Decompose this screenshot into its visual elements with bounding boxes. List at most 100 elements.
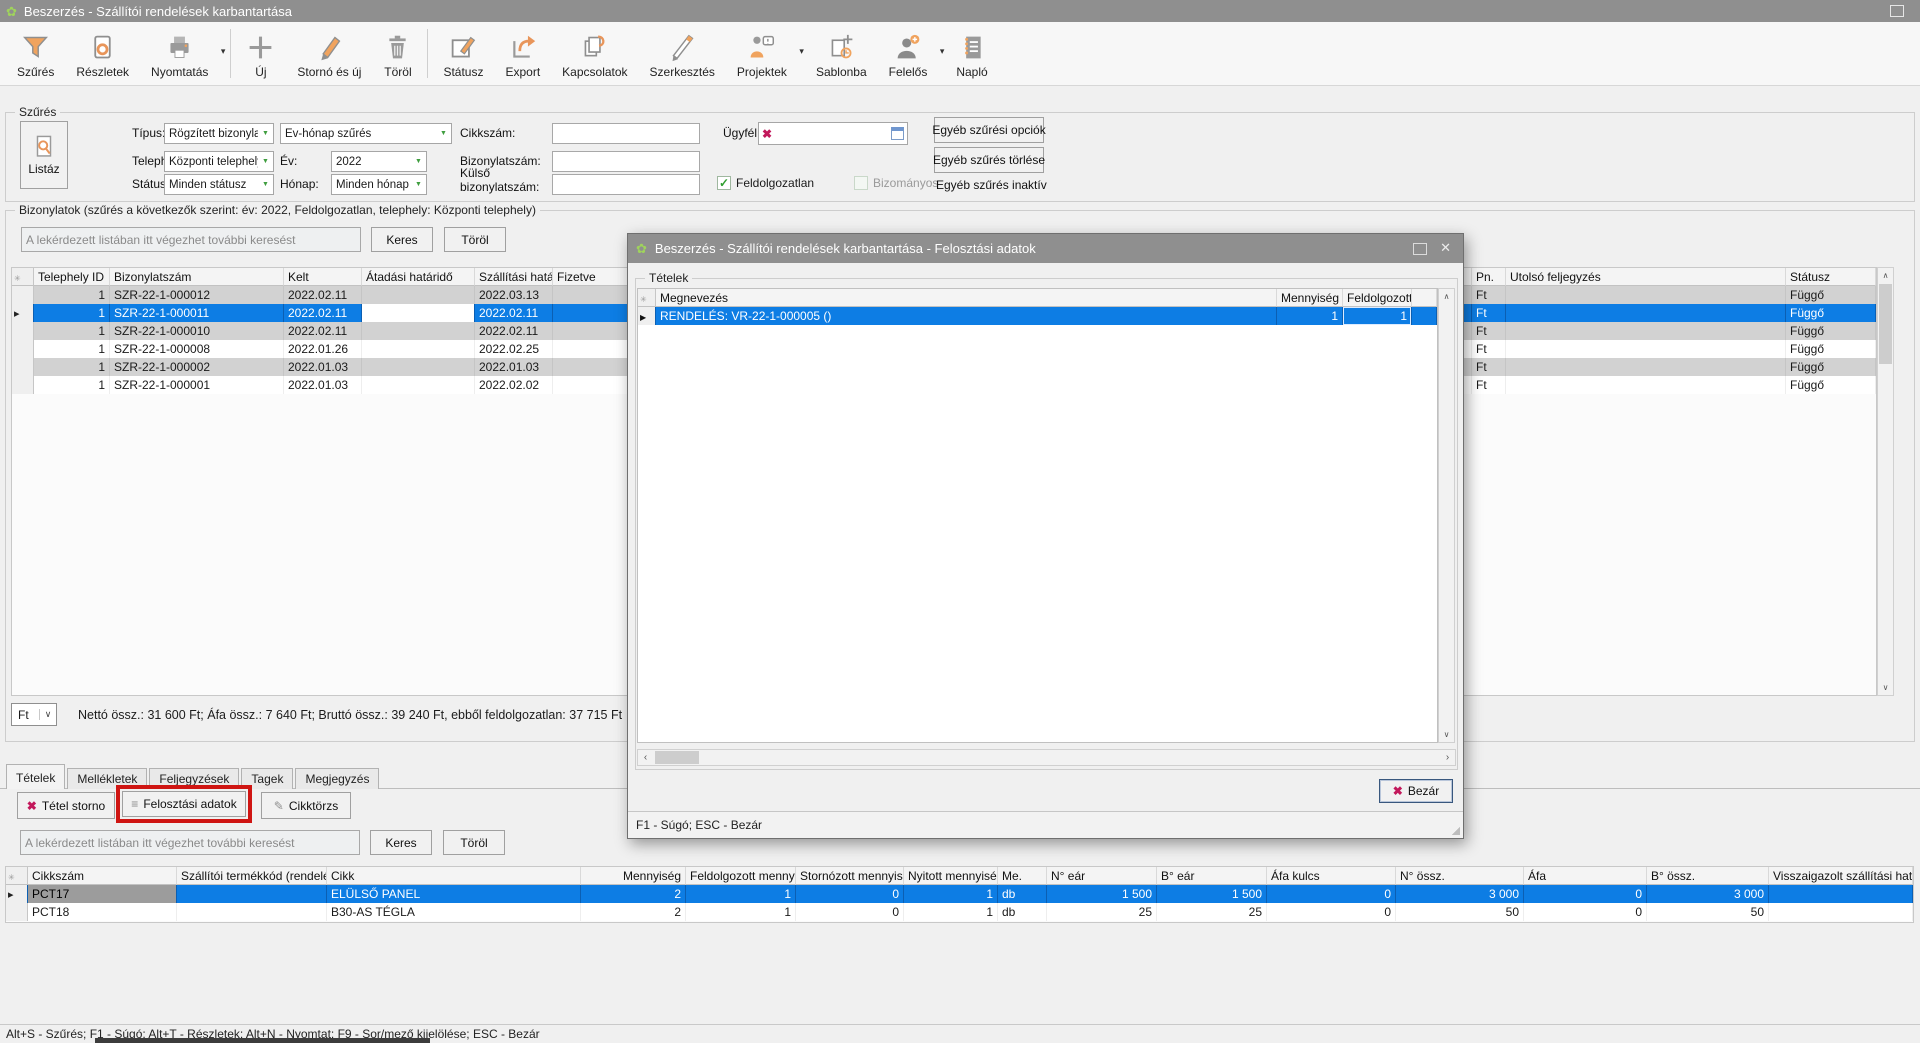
table-cell[interactable]: 2022.02.11	[284, 286, 362, 304]
table-cell[interactable]: 3 000	[1396, 885, 1524, 903]
table-cell[interactable]: 1	[686, 903, 796, 921]
column-header[interactable]: Mennyiség	[1277, 289, 1343, 307]
table-cell[interactable]: SZR-22-1-000011	[110, 304, 284, 322]
table-cell[interactable]: 0	[796, 885, 904, 903]
resize-grip[interactable]	[1452, 827, 1460, 835]
table-cell[interactable]: Függő	[1786, 322, 1876, 340]
table-cell[interactable]	[1769, 903, 1913, 921]
table-cell[interactable]: Függő	[1786, 376, 1876, 394]
table-cell[interactable]	[362, 286, 475, 304]
print-button[interactable]: Nyomtatás ▾	[140, 24, 226, 83]
customer-field[interactable]: ✖	[758, 122, 908, 145]
table-cell[interactable]	[1506, 322, 1786, 340]
dialog-grid[interactable]: MegnevezésMennyiségFeldolgozottRENDELÉS:…	[637, 288, 1438, 743]
dialog-vertical-scrollbar[interactable]: ∧ ∨	[1438, 288, 1455, 743]
scrollbar-thumb[interactable]	[655, 751, 699, 764]
table-cell[interactable]: 50	[1396, 903, 1524, 921]
new-button[interactable]: Új	[235, 24, 286, 83]
table-cell[interactable]: 2022.03.13	[475, 286, 553, 304]
table-cell[interactable]: 2022.02.11	[284, 304, 362, 322]
table-cell[interactable]: Ft	[1472, 376, 1506, 394]
table-cell[interactable]: 1	[686, 885, 796, 903]
list-button[interactable]: Listáz	[20, 121, 68, 189]
table-cell[interactable]: 0	[1524, 903, 1647, 921]
documents-search-input[interactable]	[21, 227, 361, 252]
table-cell[interactable]	[553, 340, 629, 358]
table-cell[interactable]: 2022.01.03	[284, 376, 362, 394]
consignment-checkbox[interactable]: Bizományos	[854, 176, 938, 190]
scroll-down-icon[interactable]: ∨	[1439, 727, 1454, 742]
table-cell[interactable]	[362, 376, 475, 394]
site-select[interactable]: Központi telephely▼	[164, 151, 274, 172]
column-header[interactable]: Feldolgozott	[1343, 289, 1412, 307]
table-cell[interactable]	[12, 358, 34, 376]
column-header[interactable]: B° össz.	[1647, 867, 1769, 885]
other-filter-options-button[interactable]: Egyéb szűrési opciók	[934, 117, 1044, 143]
table-cell[interactable]: 2	[581, 903, 686, 921]
column-header[interactable]: Pn.	[1472, 268, 1506, 286]
edit-button[interactable]: Szerkesztés	[639, 24, 726, 83]
table-cell[interactable]: 1	[34, 286, 110, 304]
chevron-down-icon[interactable]: ▾	[940, 46, 945, 57]
to-template-button[interactable]: Sablonba	[805, 24, 878, 83]
table-cell[interactable]: 3 000	[1647, 885, 1769, 903]
column-header[interactable]: Mennyiség	[581, 867, 686, 885]
details-button[interactable]: Részletek	[65, 24, 140, 83]
table-cell[interactable]: Ft	[1472, 322, 1506, 340]
table-cell[interactable]: db	[998, 903, 1047, 921]
table-cell[interactable]: SZR-22-1-000002	[110, 358, 284, 376]
table-cell[interactable]: RENDELÉS: VR-22-1-000005 ()	[656, 307, 1277, 325]
table-row[interactable]: RENDELÉS: VR-22-1-000005 ()11	[638, 307, 1437, 325]
clear-x-icon[interactable]: ✖	[759, 127, 775, 141]
itemno-input[interactable]	[552, 123, 700, 144]
column-header[interactable]: Átadási határidő	[362, 268, 475, 286]
tab-megjegyzes[interactable]: Megjegyzés	[295, 768, 379, 789]
column-header[interactable]: Szállítói termékkód (rendelési s	[177, 867, 327, 885]
column-header[interactable]: Me.	[998, 867, 1047, 885]
table-cell[interactable]: 2022.01.03	[284, 358, 362, 376]
column-header[interactable]: Feldolgozott menny	[686, 867, 796, 885]
scroll-down-icon[interactable]: ∨	[1878, 680, 1893, 695]
dialog-titlebar[interactable]: ✿ Beszerzés - Szállítói rendelések karba…	[628, 234, 1463, 263]
table-cell[interactable]	[1506, 304, 1786, 322]
table-cell[interactable]	[362, 304, 475, 322]
year-month-filter-select[interactable]: Év-hónap szűrés▼	[280, 123, 452, 144]
table-cell[interactable]: 0	[1267, 885, 1396, 903]
table-cell[interactable]	[553, 322, 629, 340]
external-docno-input[interactable]	[552, 174, 700, 195]
month-select[interactable]: Minden hónap▼	[331, 174, 427, 195]
table-cell[interactable]: Ft	[1472, 358, 1506, 376]
table-cell[interactable]: 1	[904, 885, 998, 903]
table-cell[interactable]: ELÜLSŐ PANEL	[327, 885, 581, 903]
table-cell[interactable]	[1506, 340, 1786, 358]
scroll-right-icon[interactable]: ›	[1440, 750, 1455, 765]
table-cell[interactable]	[177, 903, 327, 921]
chevron-down-icon[interactable]: ▾	[221, 46, 226, 57]
log-button[interactable]: Napló	[945, 24, 998, 83]
table-cell[interactable]	[1506, 286, 1786, 304]
table-cell[interactable]: 1	[34, 358, 110, 376]
column-header[interactable]: Szállítási határ	[475, 268, 553, 286]
column-header[interactable]: Áfa	[1524, 867, 1647, 885]
table-cell[interactable]: 2022.01.26	[284, 340, 362, 358]
export-button[interactable]: Export	[494, 24, 551, 83]
table-cell[interactable]: PCT17	[28, 885, 177, 903]
table-cell[interactable]: SZR-22-1-000010	[110, 322, 284, 340]
column-header[interactable]	[6, 867, 28, 885]
column-header[interactable]: Utolsó feljegyzés	[1506, 268, 1786, 286]
items-search-button[interactable]: Keres	[370, 830, 432, 855]
column-header[interactable]: Cikkszám	[28, 867, 177, 885]
table-cell[interactable]: SZR-22-1-000008	[110, 340, 284, 358]
scroll-up-icon[interactable]: ∧	[1439, 289, 1454, 304]
table-cell[interactable]	[6, 885, 28, 903]
status-button[interactable]: Státusz	[432, 24, 494, 83]
column-header[interactable]: N° össz.	[1396, 867, 1524, 885]
table-cell[interactable]	[362, 340, 475, 358]
table-cell[interactable]: 2022.01.03	[475, 358, 553, 376]
column-header[interactable]: Telephely ID	[34, 268, 110, 286]
column-header[interactable]: Státusz	[1786, 268, 1876, 286]
scroll-left-icon[interactable]: ‹	[638, 750, 653, 765]
table-cell[interactable]: 2022.02.11	[284, 322, 362, 340]
table-cell[interactable]: 1 500	[1157, 885, 1267, 903]
table-cell[interactable]: Ft	[1472, 286, 1506, 304]
